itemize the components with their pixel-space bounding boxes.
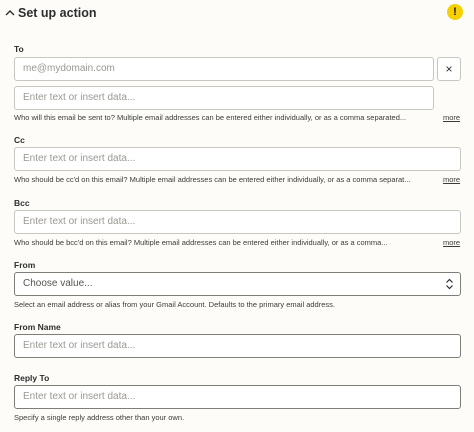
reply-to-field[interactable]: Enter text or insert data...	[14, 385, 461, 409]
to-more-link[interactable]: more	[443, 113, 460, 122]
to-label: To	[14, 44, 24, 54]
bcc-field[interactable]: Enter text or insert data...	[14, 210, 461, 234]
from-name-label: From Name	[14, 322, 61, 332]
from-name-field[interactable]: Enter text or insert data...	[14, 334, 461, 358]
from-select-value: Choose value...	[23, 278, 93, 289]
chevron-up-icon[interactable]	[4, 7, 16, 19]
to-insert-field[interactable]: Enter text or insert data...	[14, 86, 434, 110]
to-email-field[interactable]: me@mydomain.com	[14, 57, 434, 81]
to-help-text: Who will this email be sent to? Multiple…	[14, 113, 407, 122]
bcc-label: Bcc	[14, 198, 30, 208]
cc-label: Cc	[14, 135, 25, 145]
section-header[interactable]: Set up action !	[0, 0, 474, 28]
warning-icon: !	[447, 4, 463, 20]
clear-icon[interactable]: ×	[437, 57, 461, 81]
cc-field[interactable]: Enter text or insert data...	[14, 147, 461, 171]
bcc-help-text: Who should be bcc'd on this email? Multi…	[14, 238, 388, 247]
cc-more-link[interactable]: more	[443, 175, 460, 184]
from-select[interactable]: Choose value...	[14, 272, 461, 296]
from-help-text: Select an email address or alias from yo…	[14, 300, 335, 309]
cc-help-text: Who should be cc'd on this email? Multip…	[14, 175, 411, 184]
select-arrows-icon	[446, 278, 453, 290]
bcc-more-link[interactable]: more	[443, 238, 460, 247]
reply-to-help-text: Specify a single reply address other tha…	[14, 413, 185, 422]
section-title: Set up action	[18, 6, 97, 20]
reply-to-label: Reply To	[14, 373, 50, 383]
from-label: From	[14, 260, 36, 270]
